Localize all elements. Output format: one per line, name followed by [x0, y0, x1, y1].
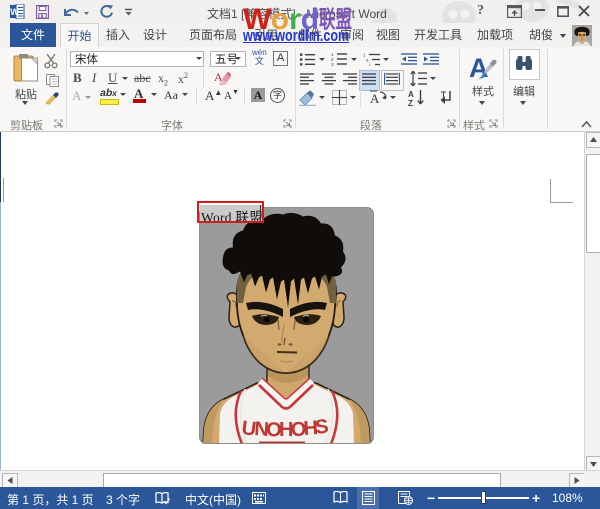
svg-text:3: 3: [331, 62, 334, 66]
svg-text:A: A: [408, 90, 414, 99]
svg-text:W: W: [10, 7, 19, 17]
svg-text:A: A: [370, 91, 380, 106]
svg-text:Z: Z: [408, 99, 413, 106]
svg-text:S: S: [314, 416, 330, 439]
svg-text:i: i: [369, 62, 370, 66]
svg-text:A: A: [469, 53, 489, 81]
